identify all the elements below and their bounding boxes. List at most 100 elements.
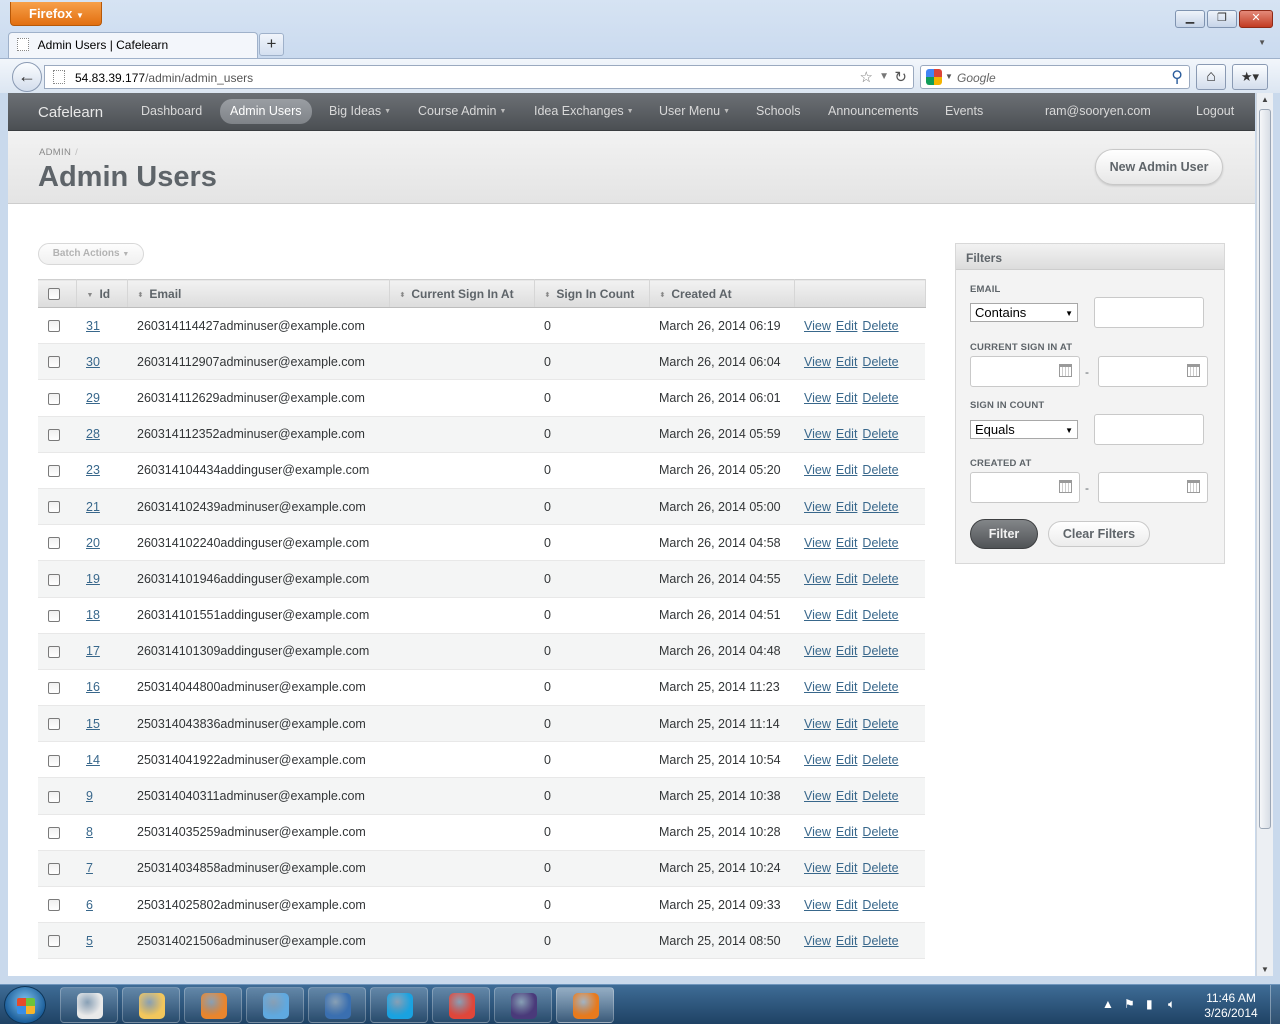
site-title[interactable]: Cafelearn xyxy=(38,104,103,121)
row-checkbox[interactable] xyxy=(48,609,60,622)
taskbar-app-media-player[interactable] xyxy=(184,987,242,1023)
view-link[interactable]: View xyxy=(804,680,831,694)
delete-link[interactable]: Delete xyxy=(862,789,898,803)
taskbar-app-firefox[interactable] xyxy=(556,987,614,1023)
chevron-down-icon[interactable]: ▼ xyxy=(945,72,953,81)
start-button[interactable] xyxy=(4,986,46,1024)
delete-link[interactable]: Delete xyxy=(862,500,898,514)
nav-item-ram-sooryen-com[interactable]: ram@sooryen.com xyxy=(1035,99,1161,124)
id-link[interactable]: 6 xyxy=(86,898,93,912)
created-at-from-input[interactable] xyxy=(970,472,1080,503)
taskbar-app-skype[interactable] xyxy=(370,987,428,1023)
row-checkbox[interactable] xyxy=(48,682,60,695)
id-link[interactable]: 30 xyxy=(86,355,100,369)
scroll-up-icon[interactable]: ▲ xyxy=(1261,95,1269,104)
row-checkbox[interactable] xyxy=(48,465,60,478)
nav-item-logout[interactable]: Logout xyxy=(1186,99,1244,124)
row-checkbox[interactable] xyxy=(48,573,60,586)
id-link[interactable]: 9 xyxy=(86,789,93,803)
delete-link[interactable]: Delete xyxy=(862,427,898,441)
select-all-checkbox[interactable] xyxy=(48,288,60,301)
edit-link[interactable]: Edit xyxy=(836,355,858,369)
nav-item-idea-exchanges[interactable]: Idea Exchanges ▼ xyxy=(524,99,644,124)
firefox-menu-button[interactable]: Firefox ▼ xyxy=(10,2,102,26)
row-checkbox[interactable] xyxy=(48,790,60,803)
nav-item-schools[interactable]: Schools xyxy=(746,99,810,124)
delete-link[interactable]: Delete xyxy=(862,644,898,658)
delete-link[interactable]: Delete xyxy=(862,861,898,875)
delete-link[interactable]: Delete xyxy=(862,391,898,405)
close-window-button[interactable]: ✕ xyxy=(1239,10,1273,28)
view-link[interactable]: View xyxy=(804,825,831,839)
id-link[interactable]: 20 xyxy=(86,536,100,550)
edit-link[interactable]: Edit xyxy=(836,572,858,586)
taskbar-app-notepad[interactable] xyxy=(60,987,118,1023)
nav-item-big-ideas[interactable]: Big Ideas ▼ xyxy=(319,99,401,124)
delete-link[interactable]: Delete xyxy=(862,934,898,948)
clock[interactable]: 11:46 AM 3/26/2014 xyxy=(1196,991,1266,1021)
new-tab-button[interactable]: + xyxy=(259,33,284,56)
taskbar-app-chrome[interactable] xyxy=(432,987,490,1023)
edit-link[interactable]: Edit xyxy=(836,789,858,803)
delete-link[interactable]: Delete xyxy=(862,355,898,369)
row-checkbox[interactable] xyxy=(48,356,60,369)
edit-link[interactable]: Edit xyxy=(836,861,858,875)
batch-actions-button[interactable]: Batch Actions ▼ xyxy=(38,243,144,265)
view-link[interactable]: View xyxy=(804,644,831,658)
id-link[interactable]: 18 xyxy=(86,608,100,622)
row-checkbox[interactable] xyxy=(48,428,60,441)
view-link[interactable]: View xyxy=(804,861,831,875)
view-link[interactable]: View xyxy=(804,608,831,622)
url-bar[interactable]: 54.83.39.177/admin/admin_users ☆ ▼ ↻ xyxy=(44,65,914,89)
volume-icon[interactable]: 🔈︎ xyxy=(1168,997,1175,1012)
column-header-current-sign-in-at[interactable]: ⬍ Current Sign In At xyxy=(389,279,535,308)
edit-link[interactable]: Edit xyxy=(836,608,858,622)
tab-list-button[interactable]: ▼ xyxy=(1258,38,1266,47)
show-hidden-icons-icon[interactable]: ▲ xyxy=(1102,997,1114,1011)
view-link[interactable]: View xyxy=(804,934,831,948)
filter-button[interactable]: Filter xyxy=(970,519,1038,549)
view-link[interactable]: View xyxy=(804,391,831,405)
row-checkbox[interactable] xyxy=(48,754,60,767)
row-checkbox[interactable] xyxy=(48,645,60,658)
view-link[interactable]: View xyxy=(804,355,831,369)
delete-link[interactable]: Delete xyxy=(862,898,898,912)
edit-link[interactable]: Edit xyxy=(836,391,858,405)
row-checkbox[interactable] xyxy=(48,899,60,912)
edit-link[interactable]: Edit xyxy=(836,680,858,694)
edit-link[interactable]: Edit xyxy=(836,753,858,767)
view-link[interactable]: View xyxy=(804,319,831,333)
url-text[interactable]: 54.83.39.177/admin/admin_users xyxy=(75,71,253,85)
id-link[interactable]: 8 xyxy=(86,825,93,839)
id-link[interactable]: 16 xyxy=(86,680,100,694)
calendar-icon[interactable] xyxy=(1187,480,1200,493)
id-link[interactable]: 7 xyxy=(86,861,93,875)
column-header-id[interactable]: ▼ Id xyxy=(76,279,128,308)
row-checkbox[interactable] xyxy=(48,718,60,731)
view-link[interactable]: View xyxy=(804,753,831,767)
scroll-down-icon[interactable]: ▼ xyxy=(1261,965,1269,974)
vertical-scrollbar[interactable]: ▲ ▼ xyxy=(1256,93,1273,976)
nav-item-admin-users[interactable]: Admin Users xyxy=(220,99,312,124)
row-checkbox[interactable] xyxy=(48,863,60,876)
column-header-created-at[interactable]: ⬍ Created At xyxy=(649,279,795,308)
edit-link[interactable]: Edit xyxy=(836,717,858,731)
id-link[interactable]: 28 xyxy=(86,427,100,441)
bookmark-star-icon[interactable]: ☆ xyxy=(860,68,873,86)
sign-in-count-filter-input[interactable] xyxy=(1094,414,1204,445)
delete-link[interactable]: Delete xyxy=(862,608,898,622)
edit-link[interactable]: Edit xyxy=(836,319,858,333)
edit-link[interactable]: Edit xyxy=(836,427,858,441)
nav-item-events[interactable]: Events xyxy=(935,99,993,124)
reload-icon[interactable]: ↻ xyxy=(894,68,907,86)
edit-link[interactable]: Edit xyxy=(836,463,858,477)
scrollbar-thumb[interactable] xyxy=(1259,109,1271,829)
view-link[interactable]: View xyxy=(804,717,831,731)
site-identity-icon[interactable] xyxy=(53,70,65,84)
clear-filters-button[interactable]: Clear Filters xyxy=(1048,521,1150,547)
edit-link[interactable]: Edit xyxy=(836,536,858,550)
view-link[interactable]: View xyxy=(804,463,831,477)
new-admin-user-button[interactable]: New Admin User xyxy=(1095,149,1223,185)
edit-link[interactable]: Edit xyxy=(836,825,858,839)
bookmarks-button[interactable]: ★▾ xyxy=(1232,64,1268,90)
